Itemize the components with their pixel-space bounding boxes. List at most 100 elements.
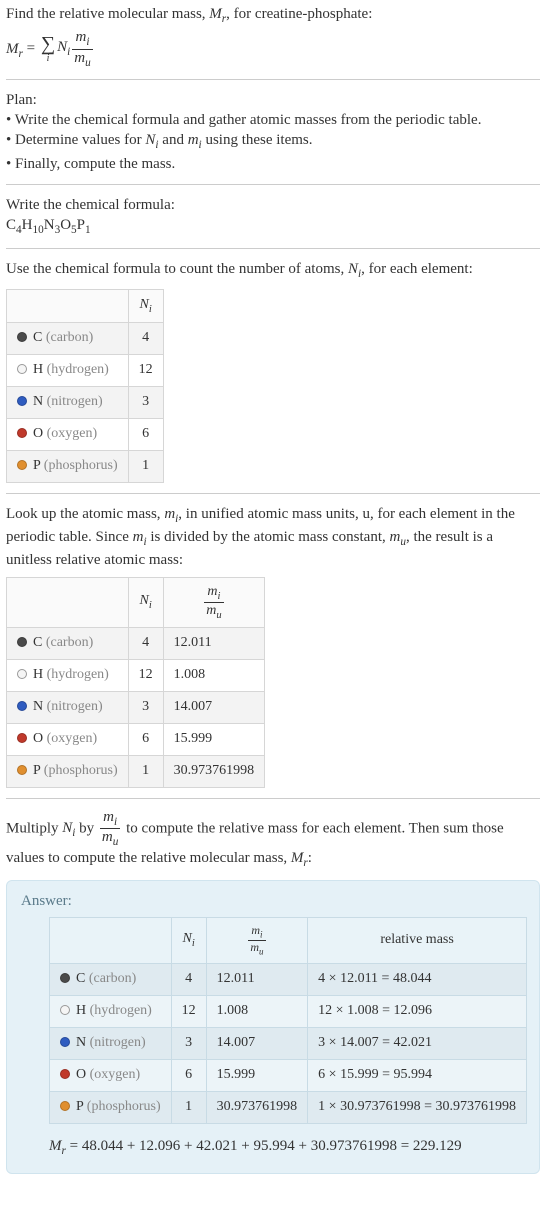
mr-equation: Mr = ∑i Ni mi mu — [6, 29, 540, 69]
table-header-blank — [7, 289, 129, 323]
element-symbol: H — [33, 362, 43, 377]
ni-cell: 6 — [128, 419, 163, 451]
table-header-blank — [50, 917, 172, 964]
final-equation: Mr = 48.044 + 12.096 + 42.021 + 95.994 +… — [49, 1136, 529, 1159]
divider — [6, 79, 540, 80]
chemical-formula: C4H10N3O5P1 — [6, 215, 540, 238]
mass-cell: 30.973761998 — [163, 755, 265, 787]
element-symbol: O — [33, 731, 43, 746]
element-name: (phosphorus) — [44, 458, 118, 473]
intro-text-1b: , for creatine-phosphate: — [226, 6, 372, 22]
ni-cell: 12 — [171, 996, 206, 1028]
table-row: C (carbon)412.011 — [7, 628, 265, 660]
table-header-mi-mu: mi mu — [163, 577, 265, 628]
element-name: (oxygen) — [47, 731, 98, 746]
table-row: O (oxygen)6 — [7, 419, 164, 451]
intro-text-1: Find the relative molecular mass, — [6, 6, 209, 22]
count-block: Use the chemical formula to count the nu… — [6, 259, 540, 483]
table-row: H (hydrogen)121.008 — [7, 660, 265, 692]
plan-bullet-1: • Write the chemical formula and gather … — [6, 110, 540, 130]
element-name: (nitrogen) — [47, 699, 103, 714]
ni-cell: 1 — [128, 755, 163, 787]
table-row: P (phosphorus)130.973761998 — [7, 755, 265, 787]
element-dot-icon — [17, 428, 27, 438]
element-name: (nitrogen) — [47, 394, 103, 409]
write-formula-title: Write the chemical formula: — [6, 195, 540, 215]
mass-cell: 1.008 — [163, 660, 265, 692]
table-header-ni: Ni — [171, 917, 206, 964]
element-dot-icon — [17, 396, 27, 406]
table-header-ni: Ni — [128, 577, 163, 628]
mass-cell: 14.007 — [163, 692, 265, 724]
element-name: (hydrogen) — [47, 362, 109, 377]
element-dot-icon — [60, 1037, 70, 1047]
element-symbol: O — [76, 1067, 86, 1082]
answer-box: Answer: Ni mi mu relative mass C (carbon… — [6, 880, 540, 1174]
table-row: H (hydrogen)121.00812 × 1.008 = 12.096 — [50, 996, 527, 1028]
ni-cell: 12 — [128, 660, 163, 692]
plan-bullet-2: • Determine values for Ni and mi using t… — [6, 130, 540, 153]
table-row: O (oxygen)615.9996 × 15.999 = 95.994 — [50, 1060, 527, 1092]
element-name: (oxygen) — [47, 426, 98, 441]
element-dot-icon — [17, 701, 27, 711]
ni-cell: 3 — [171, 1028, 206, 1060]
table-row: N (nitrogen) 3 — [7, 387, 164, 419]
table-header-blank — [7, 577, 129, 628]
table-row: O (oxygen)615.999 — [7, 723, 265, 755]
mass-cell: 12.011 — [163, 628, 265, 660]
element-dot-icon — [60, 1101, 70, 1111]
table-row: P (phosphorus) 1 — [7, 451, 164, 483]
ni-cell: 4 — [128, 323, 163, 355]
element-cell: C (carbon) — [50, 964, 172, 996]
element-symbol: O — [33, 426, 43, 441]
element-cell: P (phosphorus) — [7, 755, 129, 787]
element-name: (carbon) — [46, 330, 93, 345]
plan-block: Plan: • Write the chemical formula and g… — [6, 90, 540, 174]
ni-cell: 4 — [128, 628, 163, 660]
element-name: (phosphorus) — [44, 763, 118, 778]
element-cell: P (phosphorus) — [50, 1092, 172, 1124]
element-symbol: P — [33, 458, 40, 473]
element-name: (hydrogen) — [90, 1003, 152, 1018]
element-symbol: N — [33, 394, 43, 409]
ni-cell: 1 — [171, 1092, 206, 1124]
table-row: C (carbon)412.0114 × 12.011 = 48.044 — [50, 964, 527, 996]
relative-mass-cell: 3 × 14.007 = 42.021 — [308, 1028, 527, 1060]
element-cell: O (oxygen) — [7, 419, 129, 451]
mass-cell: 30.973761998 — [206, 1092, 308, 1124]
element-name: (hydrogen) — [47, 667, 109, 682]
relative-mass-cell: 1 × 30.973761998 = 30.973761998 — [308, 1092, 527, 1124]
lookup-text: Look up the atomic mass, mi, in unified … — [6, 504, 540, 571]
element-name: (oxygen) — [90, 1067, 141, 1082]
lookup-block: Look up the atomic mass, mi, in unified … — [6, 504, 540, 788]
divider — [6, 184, 540, 185]
answer-table: Ni mi mu relative mass C (carbon)412.011… — [49, 917, 527, 1124]
relative-mass-cell: 4 × 12.011 = 48.044 — [308, 964, 527, 996]
write-formula-block: Write the chemical formula: C4H10N3O5P1 — [6, 195, 540, 238]
plan-bullet-3: • Finally, compute the mass. — [6, 154, 540, 174]
element-cell: H (hydrogen) — [7, 660, 129, 692]
ni-cell: 6 — [128, 723, 163, 755]
element-symbol: C — [76, 971, 85, 986]
element-dot-icon — [17, 637, 27, 647]
fraction-mi-mu: mi mu — [72, 29, 92, 69]
table-header-mi-mu: mi mu — [206, 917, 308, 964]
multiply-block: Multiply Ni by mi mu to compute the rela… — [6, 809, 540, 872]
divider — [6, 248, 540, 249]
ni-cell: 1 — [128, 451, 163, 483]
divider — [6, 798, 540, 799]
table-header-ni: Ni — [128, 289, 163, 323]
sigma-icon: ∑i — [41, 34, 55, 64]
count-table: Ni C (carbon)4H (hydrogen)12N (nitrogen)… — [6, 289, 164, 483]
table-row: H (hydrogen)12 — [7, 355, 164, 387]
ni-cell: 3 — [128, 387, 163, 419]
table-row: N (nitrogen)314.0073 × 14.007 = 42.021 — [50, 1028, 527, 1060]
element-dot-icon — [17, 332, 27, 342]
relative-mass-cell: 12 × 1.008 = 12.096 — [308, 996, 527, 1028]
element-dot-icon — [60, 973, 70, 983]
element-cell: H (hydrogen) — [7, 355, 129, 387]
lookup-table: Ni mi mu C (carbon)412.011H (hydrogen)12… — [6, 577, 265, 788]
element-symbol: C — [33, 330, 42, 345]
ni-cell: 6 — [171, 1060, 206, 1092]
element-dot-icon — [17, 460, 27, 470]
